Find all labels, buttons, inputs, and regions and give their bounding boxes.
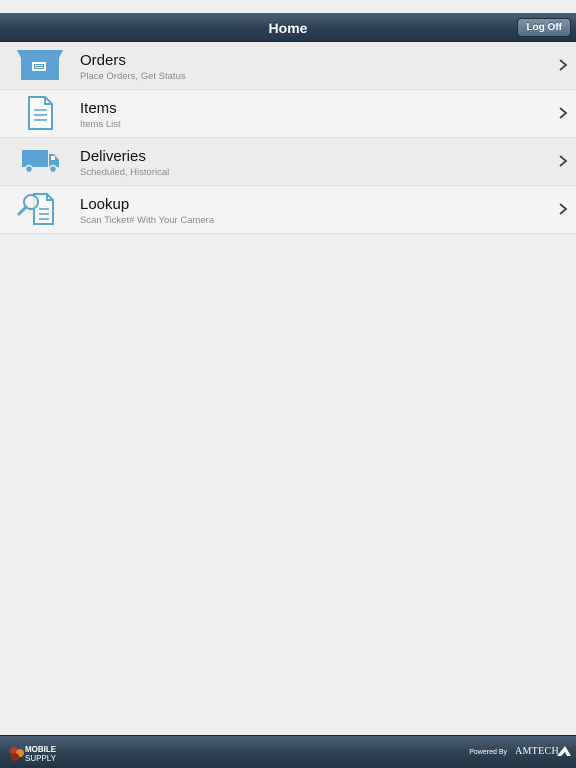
status-bar-area <box>0 0 576 13</box>
footer-bar: MOBILE SUPPLY Powered By AMTECH <box>0 735 576 768</box>
chevron-right-icon <box>559 107 568 119</box>
menu-item-orders[interactable]: Orders Place Orders, Get Status <box>0 42 576 90</box>
chevron-right-icon <box>559 155 568 167</box>
brand-logo: MOBILE SUPPLY <box>25 745 56 763</box>
menu-item-subtitle: Place Orders, Get Status <box>80 71 186 82</box>
box-icon <box>16 47 64 83</box>
menu-item-title: Orders <box>80 52 126 69</box>
chevron-right-icon <box>559 59 568 71</box>
menu-item-title: Deliveries <box>80 148 146 165</box>
menu-item-deliveries[interactable]: Deliveries Scheduled, Historical <box>0 138 576 186</box>
menu-item-title: Items <box>80 100 117 117</box>
brand-line-2: SUPPLY <box>25 754 56 763</box>
menu-item-lookup[interactable]: Lookup Scan Ticket# With Your Camera <box>0 186 576 234</box>
log-off-button[interactable]: Log Off <box>517 18 571 37</box>
amtech-swoosh-icon <box>557 746 571 756</box>
menu-item-title: Lookup <box>80 196 130 213</box>
menu-item-subtitle: Scheduled, Historical <box>80 167 170 178</box>
magnifier-document-icon <box>16 191 64 227</box>
menu-item-subtitle: Scan Ticket# With Your Camera <box>80 215 215 226</box>
menu-item-items[interactable]: Items Items List <box>0 90 576 138</box>
menu-item-subtitle: Items List <box>80 119 121 130</box>
page-title: Home <box>268 20 308 36</box>
document-icon <box>16 95 64 131</box>
menu-list: Orders Place Orders, Get Status Items It… <box>0 42 576 234</box>
amtech-logo-text: AMTECH <box>514 746 559 757</box>
navbar: Home Log Off <box>0 13 576 42</box>
chevron-right-icon <box>559 203 568 215</box>
powered-by-label: Powered By <box>469 749 507 756</box>
truck-icon <box>16 143 64 179</box>
brand-line-1: MOBILE <box>25 745 57 754</box>
